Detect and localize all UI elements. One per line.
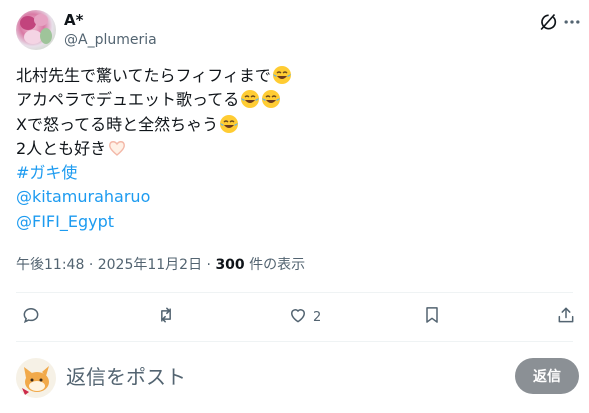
post-line-text: Xで怒ってる時と全然ちゃう — [16, 114, 219, 134]
post-date[interactable]: 2025年11月2日 — [98, 257, 202, 273]
post-meta: 午後11:48 · 2025年11月2日 · 300 件の表示 — [16, 256, 305, 274]
repost-button[interactable] — [156, 305, 176, 329]
like-button[interactable]: 2 — [288, 305, 321, 329]
post-line-text: 北村先生で驚いてたらフィフィまで — [16, 66, 271, 85]
mention-link[interactable]: @kitamuraharuo — [16, 185, 576, 209]
like-icon — [288, 305, 308, 329]
reply-input[interactable]: 返信をポスト — [66, 364, 186, 390]
post-line: 北村先生で驚いてたらフィフィまで — [16, 64, 576, 88]
bookmark-button[interactable] — [422, 305, 442, 329]
more-icon[interactable] — [562, 12, 582, 32]
repost-icon — [156, 305, 176, 329]
bookmark-icon — [422, 305, 442, 329]
author-avatar[interactable] — [16, 10, 56, 50]
author-display-name[interactable]: A* — [64, 10, 83, 30]
author-handle[interactable]: @A_plumeria — [64, 31, 157, 49]
share-icon — [556, 305, 576, 329]
post-text: 北村先生で驚いてたらフィフィまで アカペラでデュエット歌ってる Xで怒ってる時と… — [16, 64, 576, 234]
divider — [16, 292, 573, 293]
post-line: Xで怒ってる時と全然ちゃう — [16, 113, 576, 137]
user-avatar[interactable] — [16, 358, 56, 398]
reply-icon — [21, 305, 41, 329]
joy-emoji — [240, 89, 260, 109]
reply-button[interactable] — [21, 305, 41, 329]
divider — [16, 341, 573, 342]
like-count: 2 — [313, 309, 322, 325]
view-label: 件の表示 — [249, 257, 306, 273]
share-button[interactable] — [556, 305, 576, 329]
hashtag-link[interactable]: #ガキ使 — [16, 161, 576, 185]
post-line: アカペラでデュエット歌ってる — [16, 88, 576, 112]
meta-separator: · — [88, 257, 94, 273]
view-count: 300 — [215, 257, 245, 273]
joy-emoji — [272, 65, 292, 85]
joy-emoji — [261, 89, 281, 109]
joy-emoji — [219, 114, 239, 134]
post-line-text: アカペラでデュエット歌ってる — [16, 90, 240, 110]
post-line: 2人とも好き — [16, 137, 576, 161]
meta-separator: · — [206, 257, 211, 273]
heart-hands-emoji — [107, 138, 127, 158]
post-line-text: 2人とも好き — [16, 138, 107, 158]
grok-icon[interactable] — [537, 12, 557, 32]
post-time[interactable]: 午後11:48 — [16, 257, 84, 273]
reply-submit-button[interactable]: 返信 — [515, 358, 579, 394]
mention-link[interactable]: @FIFI_Egypt — [16, 210, 576, 234]
